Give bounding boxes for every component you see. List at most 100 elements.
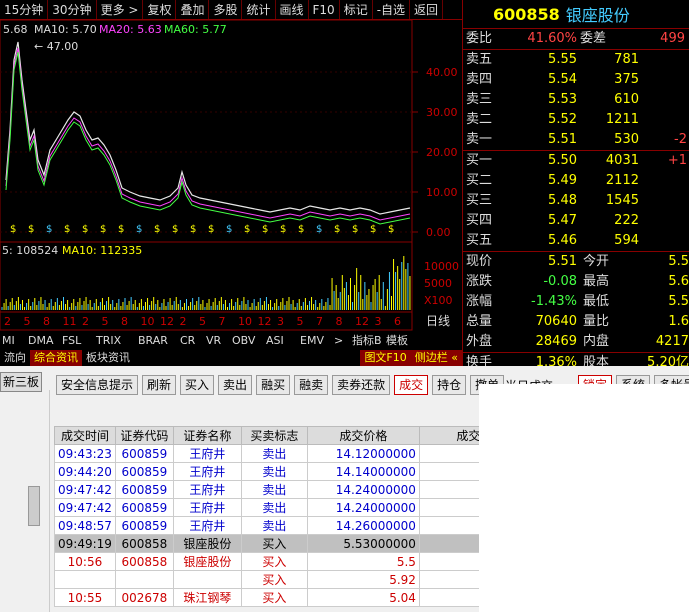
left-scroll-thumb[interactable] bbox=[28, 486, 40, 526]
bids-label: 买四 bbox=[466, 213, 493, 228]
indicator-tab-5[interactable]: CR bbox=[180, 334, 196, 347]
column-header-1[interactable]: 证券代码 bbox=[114, 426, 174, 445]
asks-change bbox=[639, 90, 687, 110]
side-tab-1[interactable]: 侧边栏 « bbox=[410, 350, 462, 366]
toolbar-item-3[interactable]: 复权 bbox=[143, 0, 177, 19]
info-tab-0[interactable]: 流向 bbox=[0, 350, 30, 366]
trade-button-4[interactable]: 融买 bbox=[256, 375, 291, 395]
indicator-tab-10[interactable]: > bbox=[334, 334, 343, 347]
vol-tick-label: 10000 bbox=[424, 260, 459, 273]
toolbar-item-1[interactable]: 30分钟 bbox=[48, 0, 97, 19]
toolbar-item-5[interactable]: 多股 bbox=[209, 0, 243, 19]
trade-button-8[interactable]: 持仓 bbox=[432, 375, 467, 395]
x-tick-label: 5 bbox=[24, 315, 31, 328]
bid-levels: 买一 5.50 4031 +1 买二 5.49 2112 买三 5.48 1545 买四 5.47 22… bbox=[463, 151, 689, 251]
toolbar-item-2[interactable]: 更多 > bbox=[97, 0, 144, 19]
trade-button-2[interactable]: 买入 bbox=[180, 375, 215, 395]
cell-code: 600859 bbox=[114, 444, 174, 463]
quote-stats: 现价 5.51 今开 5.5 涨跌 -0.08 最高 5.6 涨幅 -1.43% 最低 5.5 总量 70… bbox=[463, 252, 689, 352]
cell-side: 买入 bbox=[240, 570, 308, 589]
event-marker-icon: $ bbox=[118, 224, 124, 235]
indicator-tab-0[interactable]: MI bbox=[2, 334, 15, 347]
left-splitter[interactable] bbox=[42, 390, 50, 612]
stats-value-2: 1.6 bbox=[668, 314, 689, 329]
indicator-tab-2[interactable]: FSL bbox=[62, 334, 82, 347]
indicator-tab-9[interactable]: EMV bbox=[300, 334, 324, 347]
table-row[interactable]: 买入 5.92 bbox=[54, 570, 542, 589]
toolbar-item-11[interactable]: 返回 bbox=[410, 0, 444, 19]
quote-header: 600858 银座股份 bbox=[463, 0, 689, 28]
toolbar-item-7[interactable]: 画线 bbox=[276, 0, 309, 19]
indicator-tab-3[interactable]: TRIX bbox=[95, 334, 122, 347]
toolbar-item-10[interactable]: -自选 bbox=[373, 0, 411, 19]
event-marker-icon: $ bbox=[64, 224, 70, 235]
trade-button-6[interactable]: 卖券还款 bbox=[332, 375, 391, 395]
table-row[interactable]: 09:47:42600859王府井卖出14.240000001416837 bbox=[54, 498, 542, 517]
cell-name: 王府井 bbox=[172, 480, 242, 499]
cell-code: 600858 bbox=[114, 552, 174, 571]
toolbar-item-4[interactable]: 叠加 bbox=[176, 0, 210, 19]
ma60-line bbox=[5, 51, 411, 225]
cell-side: 卖出 bbox=[240, 480, 308, 499]
info-tab-2[interactable]: 板块资讯 bbox=[82, 350, 134, 366]
table-row[interactable]: 10:56 600858 银座股份 买入 5.5 bbox=[54, 552, 542, 571]
stats-label: 总量 bbox=[466, 314, 493, 329]
tab-new-third-board[interactable]: 新三板 bbox=[0, 372, 42, 392]
stats-label-2: 量比 bbox=[583, 314, 610, 329]
table-row[interactable]: 09:43:23600859王府井卖出14.120000001161917 bbox=[54, 444, 542, 463]
indicator-tab-11[interactable]: 指标B bbox=[352, 333, 382, 347]
toolbar-item-8[interactable]: F10 bbox=[309, 0, 340, 19]
cell-side: 卖出 bbox=[240, 444, 308, 463]
side-tab-0[interactable]: 图文F10 bbox=[360, 350, 411, 366]
indicator-tab-8[interactable]: ASI bbox=[266, 334, 284, 347]
trade-button-5[interactable]: 融卖 bbox=[294, 375, 329, 395]
indicator-tab-6[interactable]: VR bbox=[206, 334, 222, 347]
bar-spacer bbox=[134, 350, 360, 366]
column-header-2[interactable]: 证券名称 bbox=[172, 426, 242, 445]
column-header-4[interactable]: 成交价格 bbox=[306, 426, 420, 445]
toolbar-item-6[interactable]: 统计 bbox=[242, 0, 276, 19]
asks-volume: 781 bbox=[614, 52, 639, 67]
cell-price: 5.92 bbox=[306, 570, 420, 589]
event-marker-icon: $ bbox=[172, 224, 178, 235]
indicator-tab-4[interactable]: BRAR bbox=[138, 334, 168, 347]
table-row[interactable]: 09:47:42600859王府井卖出14.240000001416836 bbox=[54, 480, 542, 499]
event-marker-icon: $ bbox=[352, 224, 358, 235]
event-marker-icon: $ bbox=[280, 224, 286, 235]
event-marker-icon: $ bbox=[244, 224, 250, 235]
cell-time: 09:47:42 bbox=[54, 480, 116, 499]
kline-chart[interactable]: 40.00 30.00 20.00 10.00 0.00 5.68 MA10: 5.70 MA… bbox=[0, 19, 462, 350]
column-header-3[interactable]: 买卖标志 bbox=[240, 426, 308, 445]
asks-row: 卖二 5.52 1211 bbox=[463, 110, 689, 130]
x-tick-label: 10 bbox=[238, 315, 252, 328]
bids-label: 买五 bbox=[466, 233, 493, 248]
indicator-tab-7[interactable]: OBV bbox=[232, 334, 256, 347]
event-marker-icon: $ bbox=[370, 224, 376, 235]
cell-time: 09:44:20 bbox=[54, 462, 116, 481]
table-row[interactable]: 09:49:19 600858 银座股份 买入 5.53000000 bbox=[54, 534, 542, 553]
stats-value-2: 5.5 bbox=[668, 294, 689, 309]
column-header-0[interactable]: 成交时间 bbox=[54, 426, 116, 445]
bids-volume: 222 bbox=[614, 213, 639, 228]
bids-price: 5.49 bbox=[548, 173, 577, 188]
indicator-tab-12[interactable]: 模板 bbox=[386, 333, 408, 347]
y-tick-label: 0.00 bbox=[426, 226, 451, 239]
table-row[interactable]: 10:55 002678 珠江钢琴 买入 5.04 bbox=[54, 588, 542, 607]
table-row[interactable]: 09:44:20600859王府井卖出14.140000001275911 bbox=[54, 462, 542, 481]
x-tick-label: 12 bbox=[258, 315, 272, 328]
info-tab-1[interactable]: 综合资讯 bbox=[30, 350, 82, 366]
cell-time: 09:47:42 bbox=[54, 498, 116, 517]
peak-label: ← 47.00 bbox=[34, 40, 78, 53]
trade-button-7[interactable]: 成交 bbox=[394, 375, 429, 395]
cell-price: 14.14000000 bbox=[306, 462, 420, 481]
table-row[interactable]: 09:48:57600859王府井卖出14.260000001458881 bbox=[54, 516, 542, 535]
event-marker-icon: $ bbox=[28, 224, 34, 235]
toolbar-item-9[interactable]: 标记 bbox=[340, 0, 373, 19]
diff-value: 499 bbox=[660, 31, 685, 46]
trade-button-3[interactable]: 卖出 bbox=[218, 375, 253, 395]
trade-button-1[interactable]: 刷新 bbox=[142, 375, 177, 395]
order-ratio-row: 委比 41.60% 委差 499 bbox=[463, 29, 689, 49]
toolbar-item-0[interactable]: 15分钟 bbox=[0, 0, 49, 19]
trade-button-0[interactable]: 安全信息提示 bbox=[56, 375, 139, 395]
indicator-tab-1[interactable]: DMA bbox=[28, 334, 54, 347]
